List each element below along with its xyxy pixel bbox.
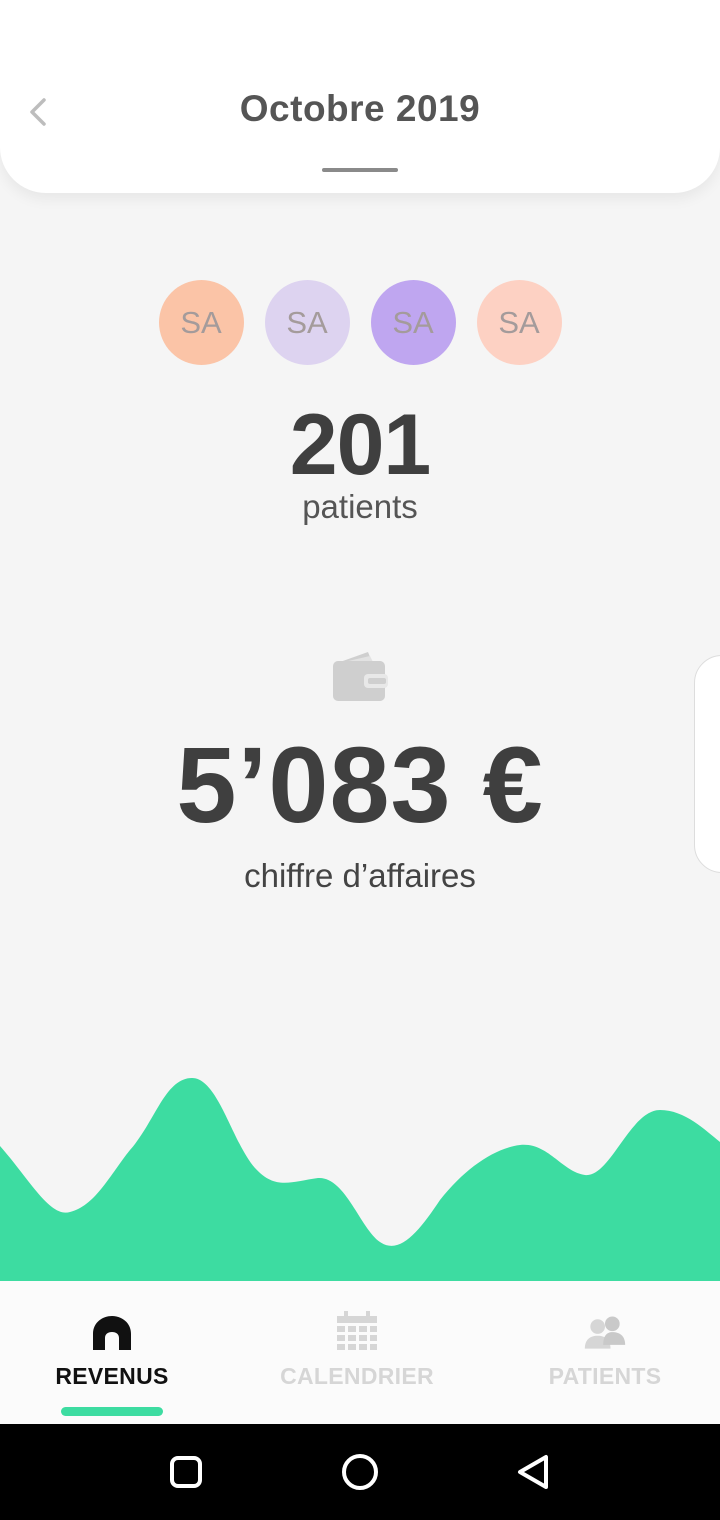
revenue-amount: 5’083 €: [176, 724, 544, 845]
avatar[interactable]: SA: [476, 280, 562, 365]
avatar-initials: SA: [498, 304, 540, 340]
home-button[interactable]: [340, 1452, 380, 1492]
avatar[interactable]: SA: [158, 280, 244, 365]
patient-count: 201: [289, 397, 432, 493]
avatar[interactable]: SA: [370, 280, 456, 365]
recents-button[interactable]: [166, 1452, 206, 1492]
drag-handle[interactable]: [322, 168, 398, 172]
avatar-initials: SA: [180, 304, 222, 340]
users-icon: [584, 1316, 626, 1349]
nav-tab-patients[interactable]: PATIENTS: [485, 1281, 720, 1424]
nav-label-patients: PATIENTS: [548, 1363, 662, 1389]
revenue-wave-chart: [0, 1078, 720, 1282]
system-nav-bar: [0, 1424, 720, 1520]
bottom-nav: REVENUS CALENDRIER PATIENTS: [0, 1281, 720, 1424]
side-drawer-tab[interactable]: [694, 655, 720, 873]
revenue-wave-area: [0, 1078, 720, 1282]
avatar[interactable]: SA: [264, 280, 350, 365]
home-icon: [93, 1316, 131, 1350]
system-back-button[interactable]: [514, 1452, 554, 1492]
active-tab-indicator: [61, 1407, 163, 1416]
revenue-label: chiffre d’affaires: [244, 857, 476, 894]
nav-label-calendrier: CALENDRIER: [280, 1363, 434, 1389]
recents-icon: [170, 1456, 202, 1488]
nav-tab-revenus[interactable]: REVENUS: [0, 1281, 232, 1424]
wallet-icon: [333, 652, 388, 701]
calendar-icon: [337, 1311, 377, 1350]
back-triangle-icon: [518, 1455, 548, 1489]
patient-label: patients: [302, 488, 418, 525]
nav-label-revenus: REVENUS: [55, 1363, 169, 1389]
avatar-row: SA SA SA SA: [0, 280, 720, 365]
header-card: Octobre 2019: [0, 0, 720, 193]
nav-tab-calendrier[interactable]: CALENDRIER: [237, 1281, 477, 1424]
avatar-initials: SA: [286, 304, 328, 340]
page-title: Octobre 2019: [239, 88, 481, 129]
home-circle-icon: [342, 1454, 378, 1490]
avatar-initials: SA: [392, 304, 434, 340]
